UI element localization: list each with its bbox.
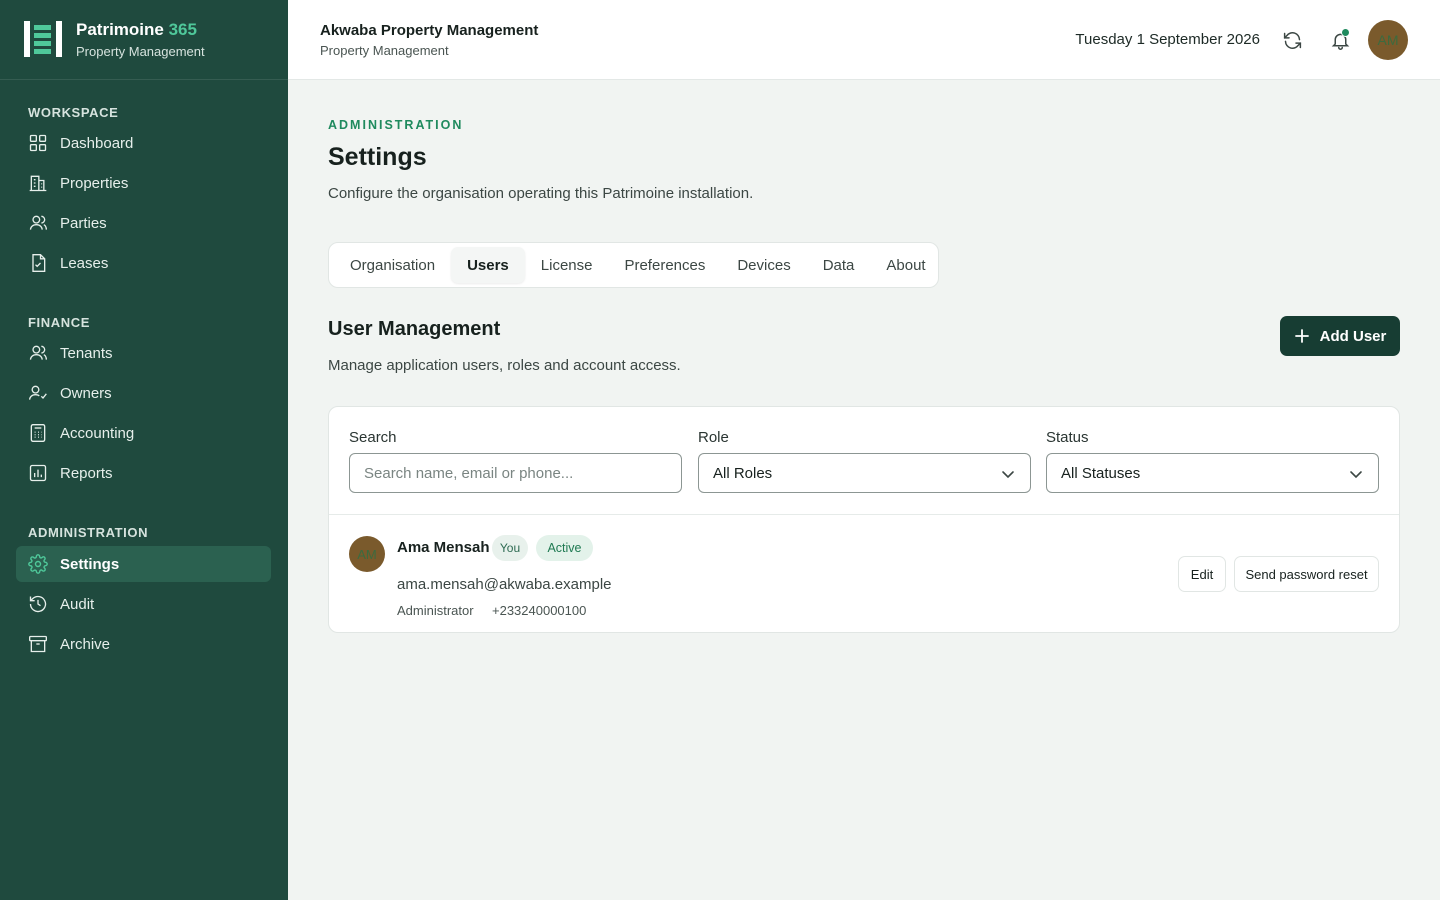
sidebar-item-tenants[interactable]: Tenants [16, 335, 271, 371]
user-phone: +233240000100 [492, 603, 587, 618]
grid-icon [29, 134, 47, 152]
org-name: Akwaba Property Management [320, 22, 539, 39]
user-avatar[interactable]: AM [1368, 20, 1408, 60]
user-filters: Search Search name, email or phone... Ro… [329, 407, 1399, 515]
sidebar-item-settings[interactable]: Settings [16, 546, 271, 582]
tab-data[interactable]: Data [807, 247, 871, 283]
sidebar-item-archive[interactable]: Archive [16, 626, 271, 662]
sidebar-item-label: Archive [60, 635, 111, 653]
nav-heading-workspace: WORKSPACE [28, 105, 119, 120]
nav-section-workspace: WORKSPACE Dashboard Properties Parties L… [0, 103, 288, 285]
status-select[interactable]: All Statuses [1046, 453, 1379, 493]
page-eyebrow: ADMINISTRATION [328, 118, 464, 132]
gear-icon [28, 554, 48, 574]
status-label: Status [1046, 429, 1089, 446]
settings-tabs: Organisation Users License Preferences D… [328, 242, 939, 288]
user-email: ama.mensah@akwaba.example [397, 576, 612, 593]
tab-devices[interactable]: Devices [721, 247, 806, 283]
sidebar-item-label: Parties [60, 214, 107, 232]
sidebar-item-label: Properties [60, 174, 129, 192]
brand-subtitle: Property Management [76, 44, 205, 59]
page-description: Configure the organisation operating thi… [328, 185, 754, 202]
add-user-button[interactable]: Add User [1280, 316, 1400, 356]
bar-chart-icon [29, 464, 47, 482]
page-title: Settings [328, 143, 427, 171]
section-title: User Management [328, 318, 501, 340]
sidebar-item-label: Dashboard [60, 134, 134, 152]
sidebar-item-dashboard[interactable]: Dashboard [16, 125, 271, 161]
users-icon [29, 345, 47, 360]
sidebar-item-label: Audit [60, 595, 95, 613]
plus-icon [1294, 329, 1309, 343]
sidebar-item-label: Accounting [60, 424, 135, 442]
archive-icon [29, 635, 47, 653]
tab-users[interactable]: Users [451, 247, 525, 283]
nav-section-administration: ADMINISTRATION Settings Audit Archive [0, 523, 288, 666]
avatar: AM [349, 536, 385, 572]
sidebar-item-accounting[interactable]: Accounting [16, 415, 271, 451]
status-badge: Active [536, 535, 593, 561]
refresh-icon [1283, 31, 1301, 49]
sidebar-item-owners[interactable]: Owners [16, 375, 271, 411]
user-name: Ama Mensah [397, 539, 490, 556]
sidebar-item-label: Settings [60, 555, 120, 573]
sidebar-item-label: Tenants [60, 344, 113, 362]
role-select[interactable]: All Roles [698, 453, 1031, 493]
send-password-reset-button[interactable]: Send password reset [1234, 556, 1379, 592]
refresh-button[interactable] [1276, 24, 1308, 56]
top-bar: Akwaba Property Management Property Mana… [288, 0, 1440, 80]
sidebar-item-label: Leases [60, 254, 109, 272]
calculator-icon [30, 424, 46, 442]
sidebar-item-label: Owners [60, 384, 112, 402]
search-input[interactable]: Search name, email or phone... [349, 453, 682, 493]
role-label: Role [698, 429, 729, 446]
chevron-down-icon [1002, 471, 1014, 479]
section-description: Manage application users, roles and acco… [328, 357, 681, 374]
user-row: AM Ama Mensah You Active ama.mensah@akwa… [329, 515, 1399, 633]
document-icon [32, 254, 46, 272]
sidebar-item-audit[interactable]: Audit [16, 586, 271, 622]
history-icon [29, 595, 47, 613]
current-date: Tuesday 1 September 2026 [1075, 31, 1260, 48]
brand[interactable]: Patrimoine 365 Property Management [0, 0, 288, 80]
role-select-value: All Roles [713, 464, 773, 482]
users-card: Search Search name, email or phone... Ro… [328, 406, 1400, 633]
users-icon [29, 215, 47, 230]
sidebar-item-parties[interactable]: Parties [16, 205, 271, 241]
add-user-label: Add User [1319, 327, 1387, 345]
patrimoine-logo-icon [24, 20, 64, 59]
tab-about[interactable]: About [870, 247, 941, 283]
notifications-button[interactable] [1324, 24, 1356, 56]
building-icon [29, 175, 47, 192]
brand-name-suffix: 365 [168, 20, 197, 39]
user-check-icon [29, 385, 47, 400]
nav-heading-administration: ADMINISTRATION [28, 525, 149, 540]
brand-name: Patrimoine 365 [76, 20, 197, 39]
notification-dot [1341, 28, 1350, 37]
org-subtitle: Property Management [320, 43, 449, 58]
sidebar-item-leases[interactable]: Leases [16, 245, 271, 281]
sidebar: Patrimoine 365 Property Management WORKS… [0, 0, 288, 900]
sidebar-item-reports[interactable]: Reports [16, 455, 271, 491]
user-role: Administrator [397, 603, 474, 618]
tab-preferences[interactable]: Preferences [608, 247, 721, 283]
you-badge: You [492, 535, 528, 561]
tab-organisation[interactable]: Organisation [334, 247, 451, 283]
status-select-value: All Statuses [1061, 464, 1141, 482]
sidebar-item-properties[interactable]: Properties [16, 165, 271, 201]
chevron-down-icon [1350, 471, 1362, 479]
edit-user-button[interactable]: Edit [1178, 556, 1226, 592]
nav-heading-finance: FINANCE [28, 315, 90, 330]
nav-section-finance: FINANCE Tenants Owners Accounting Report… [0, 313, 288, 495]
search-label: Search [349, 429, 397, 446]
tab-license[interactable]: License [525, 247, 609, 283]
sidebar-item-label: Reports [60, 464, 113, 482]
